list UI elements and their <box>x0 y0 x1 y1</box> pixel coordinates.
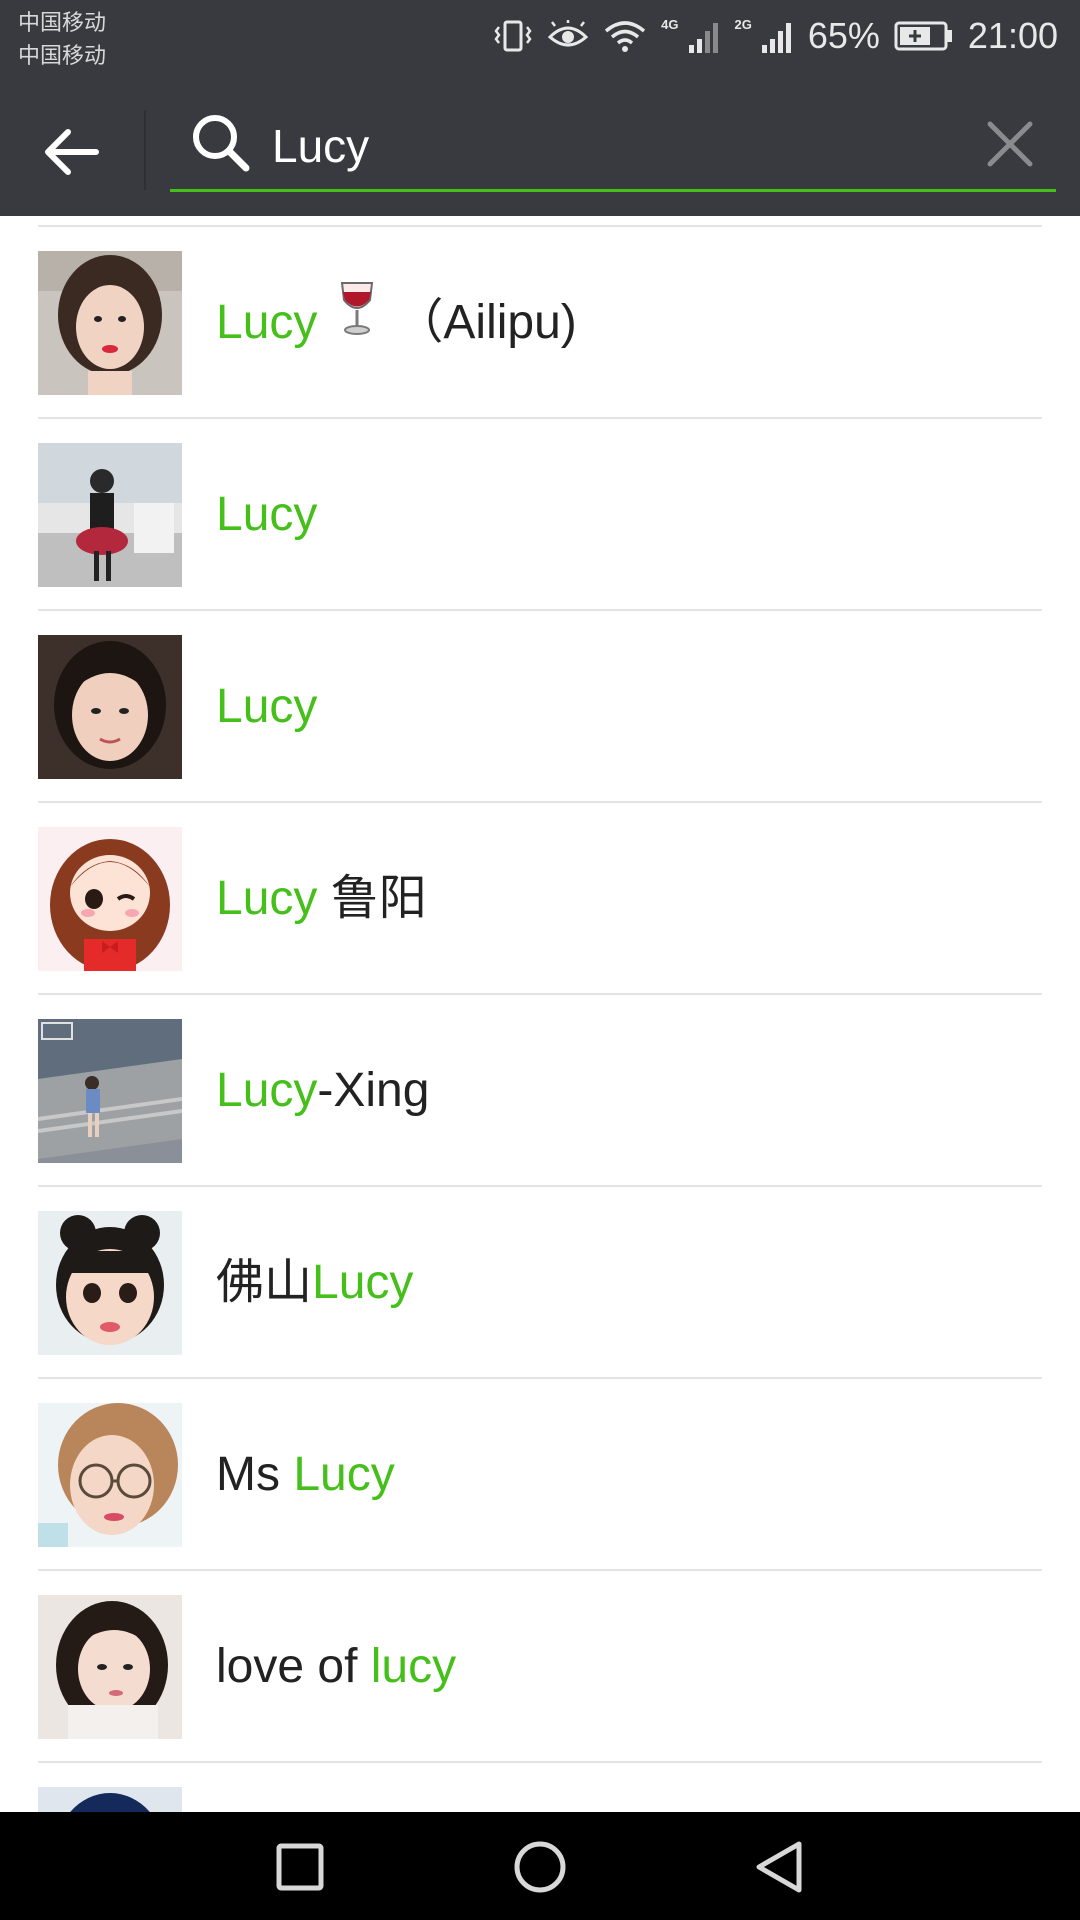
square-icon <box>276 1843 324 1891</box>
carrier-2: 中国移动 <box>18 43 107 68</box>
home-button[interactable] <box>505 1832 575 1902</box>
contact-row[interactable]: Lucy-Xing <box>0 995 1080 1187</box>
status-bar: 中国移动 中国移动 4G 2G 65% 21:00 <box>0 0 1080 80</box>
avatar <box>38 251 182 395</box>
contact-results-list: Lucy （Ailipu) Lucy Lucy Lucy 鲁阳 Lucy-Xing <box>0 216 1080 1812</box>
contact-row[interactable]: love of lucy <box>0 1571 1080 1763</box>
navigation-bar <box>0 1812 1080 1920</box>
carrier-1: 中国移动 <box>18 10 107 35</box>
carrier-names: 中国移动 中国移动 <box>18 6 106 72</box>
battery-icon <box>894 21 954 51</box>
contact-row[interactable] <box>0 1763 1080 1812</box>
search-underline <box>170 189 1056 192</box>
network-type-4g: 4G <box>661 16 679 32</box>
contact-row[interactable]: Lucy 鲁阳 <box>0 803 1080 995</box>
avatar <box>38 1211 182 1355</box>
circle-icon <box>514 1841 566 1893</box>
contact-row[interactable]: Lucy （Ailipu) <box>0 227 1080 419</box>
contact-name: Lucy 鲁阳 <box>216 872 427 925</box>
contact-row[interactable]: Ms Lucy <box>0 1379 1080 1571</box>
triangle-back-icon <box>756 1841 802 1893</box>
avatar <box>38 827 182 971</box>
contact-name: Lucy （Ailipu) <box>216 227 577 419</box>
toolbar-divider <box>144 110 146 190</box>
vibrate-icon <box>493 19 533 53</box>
avatar <box>38 1019 182 1163</box>
contact-row[interactable]: Lucy <box>0 611 1080 803</box>
signal-icon-2 <box>760 19 794 53</box>
contact-name: love of lucy <box>216 1640 457 1693</box>
search-toolbar <box>0 80 1080 216</box>
search-input[interactable] <box>272 110 952 182</box>
network-type-2g: 2G <box>734 16 752 32</box>
clear-search-button[interactable] <box>984 118 1036 170</box>
contact-row[interactable]: Lucy <box>0 419 1080 611</box>
contact-name: Lucy <box>216 488 318 541</box>
signal-icon-1 <box>687 19 721 53</box>
contact-name: Lucy <box>216 680 318 733</box>
contact-name: Lucy-Xing <box>216 1064 430 1117</box>
contact-row[interactable]: 佛山Lucy <box>0 1187 1080 1379</box>
avatar <box>38 1787 182 1812</box>
avatar <box>38 1403 182 1547</box>
back-nav-button[interactable] <box>745 1832 815 1902</box>
recent-apps-button[interactable] <box>265 1832 335 1902</box>
clock: 21:00 <box>967 15 1058 56</box>
wine-glass-icon <box>339 225 375 417</box>
back-button[interactable] <box>38 118 106 186</box>
avatar <box>38 635 182 779</box>
arrow-left-icon <box>45 129 99 175</box>
status-icons: 4G 2G 65% 21:00 <box>479 0 1058 72</box>
close-icon <box>987 121 1033 167</box>
contact-name: Ms Lucy <box>216 1448 395 1501</box>
battery-percent: 65% <box>807 15 880 56</box>
avatar <box>38 1595 182 1739</box>
eye-icon <box>547 20 589 52</box>
avatar <box>38 443 182 587</box>
search-icon <box>193 115 250 172</box>
contact-name: 佛山Lucy <box>216 1256 414 1309</box>
wifi-icon <box>603 19 647 53</box>
